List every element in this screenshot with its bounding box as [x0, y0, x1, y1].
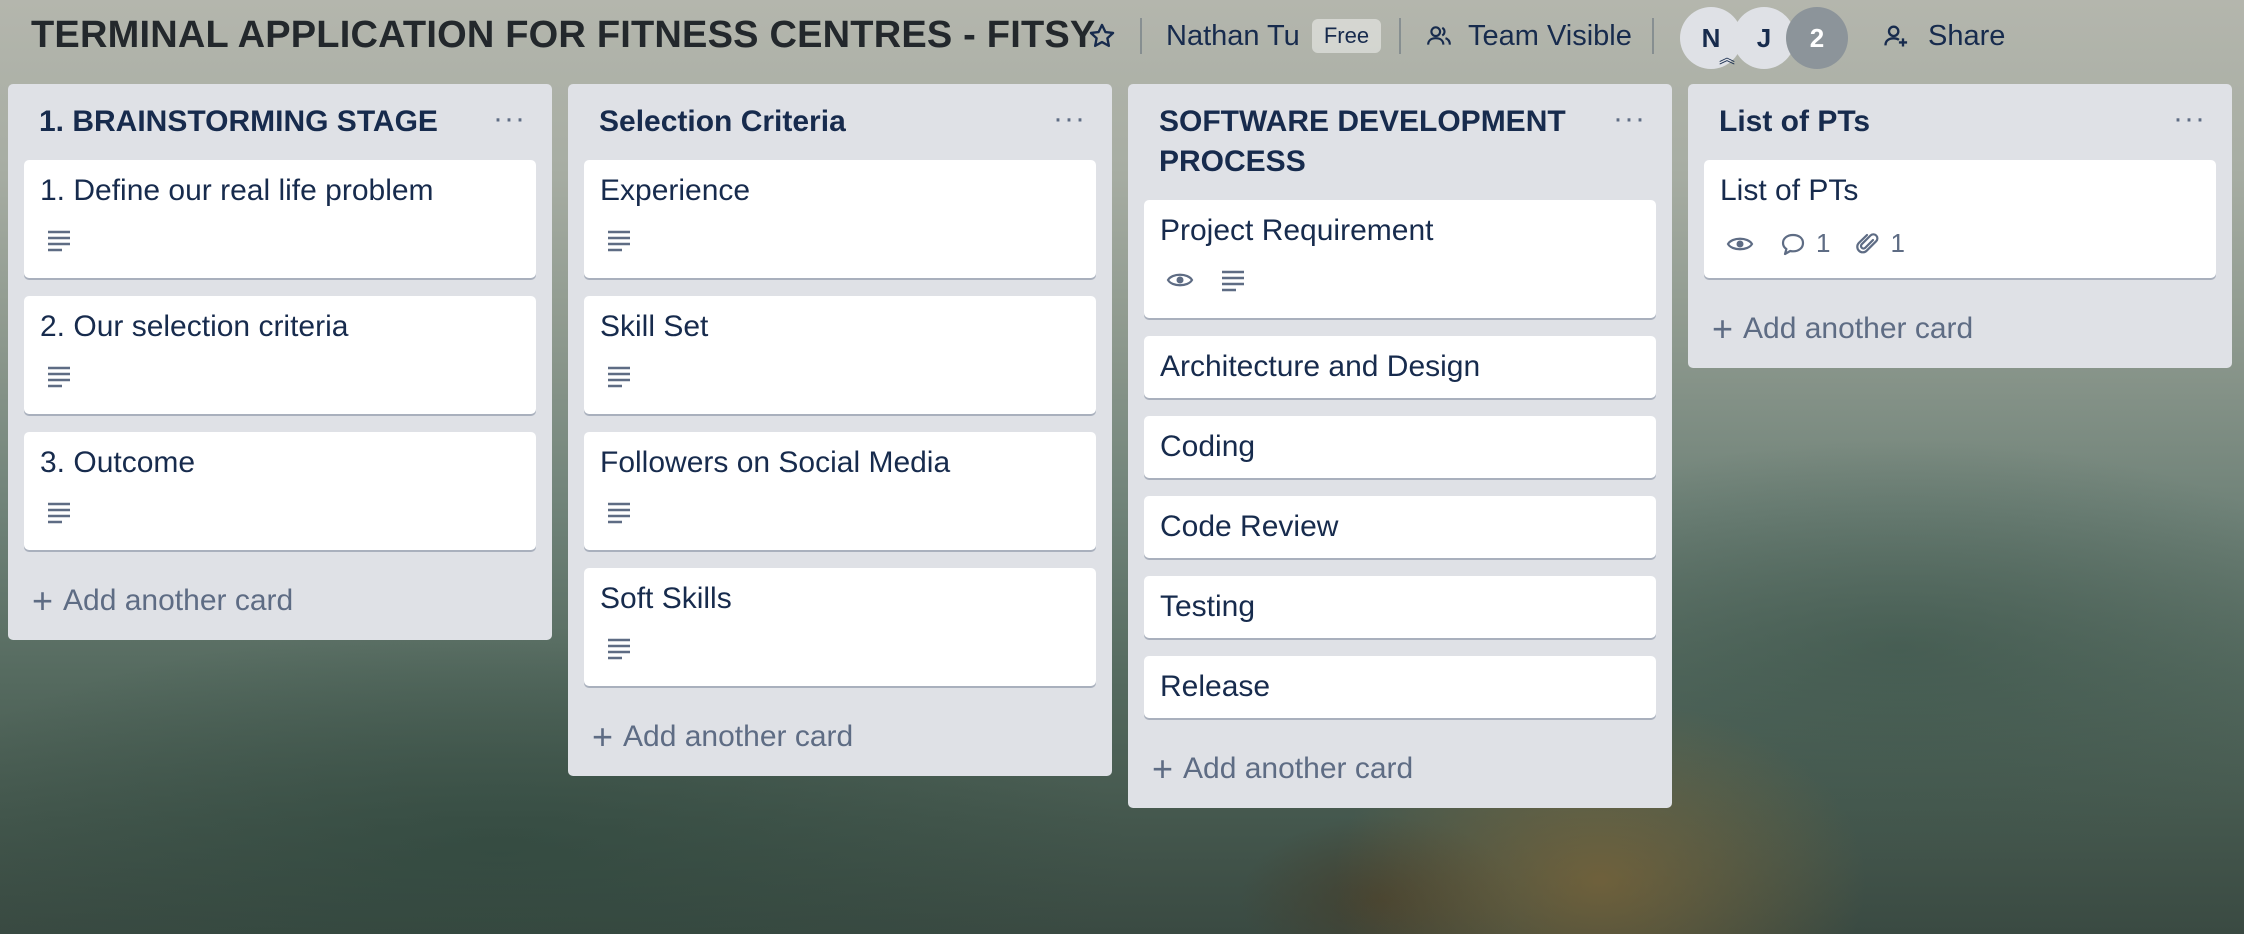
list-header: 1. BRAINSTORMING STAGE ··· [8, 84, 552, 154]
plus-icon: + [32, 580, 54, 621]
add-card-label: Add another card [1743, 312, 1974, 345]
header-divider [1140, 18, 1142, 54]
card-title: 1. Define our real life problem [40, 174, 434, 207]
card[interactable]: Coding [1144, 416, 1656, 478]
plus-icon: + [592, 716, 614, 757]
attachment-count: 1 [1890, 228, 1905, 258]
description-icon [606, 364, 632, 388]
description-icon [46, 500, 72, 524]
star-icon [1088, 22, 1116, 50]
card[interactable]: Skill Set [584, 296, 1096, 414]
card[interactable]: Soft Skills [584, 568, 1096, 686]
owner-name: Nathan Tu [1166, 19, 1300, 52]
description-icon [606, 636, 632, 660]
card[interactable]: Experience [584, 160, 1096, 278]
card-title: Skill Set [600, 310, 709, 343]
plus-icon: + [1712, 308, 1734, 349]
add-card-button[interactable]: + Add another card [32, 580, 294, 621]
card-title: 2. Our selection criteria [40, 310, 349, 343]
card[interactable]: Release [1144, 656, 1656, 718]
card-title: Followers on Social Media [600, 446, 951, 479]
plus-icon: + [1152, 748, 1174, 789]
share-label: Share [1928, 19, 2006, 52]
admin-chevron-icon: ︽ [1719, 50, 1736, 67]
card-title: Code Review [1160, 510, 1339, 543]
card[interactable]: Followers on Social Media [584, 432, 1096, 550]
card-title: Architecture and Design [1160, 350, 1481, 383]
add-card-button[interactable]: + Add another card [1712, 308, 1974, 349]
list-title[interactable]: List of PTs [1719, 102, 2132, 142]
board-header: TERMINAL APPLICATION FOR FITNESS CENTRES… [0, 0, 2244, 72]
list-title[interactable]: 1. BRAINSTORMING STAGE [39, 102, 452, 142]
add-card-button[interactable]: + Add another card [1152, 748, 1414, 789]
card-title: 3. Outcome [40, 446, 196, 479]
eye-icon [1166, 269, 1194, 291]
list-selection-criteria: Selection Criteria ··· Experience Skill … [568, 84, 1112, 776]
card[interactable]: 3. Outcome [24, 432, 536, 550]
star-button[interactable] [1082, 14, 1122, 58]
ellipsis-icon[interactable]: ··· [1053, 102, 1086, 136]
share-button[interactable]: Share [1882, 14, 2005, 58]
card-title: List of PTs [1720, 174, 1859, 207]
card[interactable]: List of PTs 1 1 [1704, 160, 2216, 278]
board-owner-button[interactable]: Nathan Tu Free [1166, 14, 1382, 58]
add-person-icon [1882, 22, 1910, 50]
board-title[interactable]: TERMINAL APPLICATION FOR FITNESS CENTRES… [31, 14, 1095, 57]
add-card-button[interactable]: + Add another card [592, 716, 854, 757]
list-header: SOFTWARE DEVELOPMENT PROCESS ··· [1128, 84, 1672, 182]
comment-badge: 1 [1780, 228, 1830, 259]
more-members-count[interactable]: 2 [1786, 7, 1848, 69]
comment-icon [1780, 232, 1806, 256]
list-title[interactable]: Selection Criteria [599, 102, 1012, 142]
add-card-label: Add another card [1183, 752, 1414, 785]
plan-badge: Free [1311, 19, 1382, 53]
attachment-badge: 1 [1856, 228, 1905, 259]
list-of-pts: List of PTs ··· List of PTs 1 1 + Add an… [1688, 84, 2232, 368]
paperclip-icon [1856, 231, 1880, 257]
ellipsis-icon[interactable]: ··· [493, 102, 526, 136]
header-divider [1652, 18, 1654, 54]
list-software-development-process: SOFTWARE DEVELOPMENT PROCESS ··· Project… [1128, 84, 1672, 808]
card[interactable]: Project Requirement [1144, 200, 1656, 318]
comment-count: 1 [1816, 228, 1831, 258]
add-card-label: Add another card [623, 720, 854, 753]
card-title: Coding [1160, 430, 1256, 463]
eye-icon [1726, 233, 1754, 255]
card-title: Testing [1160, 590, 1256, 623]
header-divider [1399, 18, 1401, 54]
description-icon [606, 500, 632, 524]
card[interactable]: Architecture and Design [1144, 336, 1656, 398]
description-icon [606, 228, 632, 252]
card[interactable]: 1. Define our real life problem [24, 160, 536, 278]
card[interactable]: Testing [1144, 576, 1656, 638]
card-title: Experience [600, 174, 751, 207]
card-title: Release [1160, 670, 1271, 703]
card[interactable]: Code Review [1144, 496, 1656, 558]
card-title: Soft Skills [600, 582, 732, 615]
ellipsis-icon[interactable]: ··· [2173, 102, 2206, 136]
card-title: Project Requirement [1160, 214, 1434, 247]
description-icon [46, 364, 72, 388]
card[interactable]: 2. Our selection criteria [24, 296, 536, 414]
description-icon [1220, 268, 1246, 292]
list-brainstorming-stage: 1. BRAINSTORMING STAGE ··· 1. Define our… [8, 84, 552, 640]
list-title[interactable]: SOFTWARE DEVELOPMENT PROCESS [1159, 102, 1572, 182]
list-header: Selection Criteria ··· [568, 84, 1112, 154]
description-icon [46, 228, 72, 252]
list-header: List of PTs ··· [1688, 84, 2232, 154]
ellipsis-icon[interactable]: ··· [1613, 102, 1646, 136]
add-card-label: Add another card [63, 584, 294, 617]
team-icon [1426, 23, 1452, 49]
visibility-label: Team Visible [1468, 19, 1632, 52]
visibility-button[interactable]: Team Visible [1426, 14, 1632, 58]
